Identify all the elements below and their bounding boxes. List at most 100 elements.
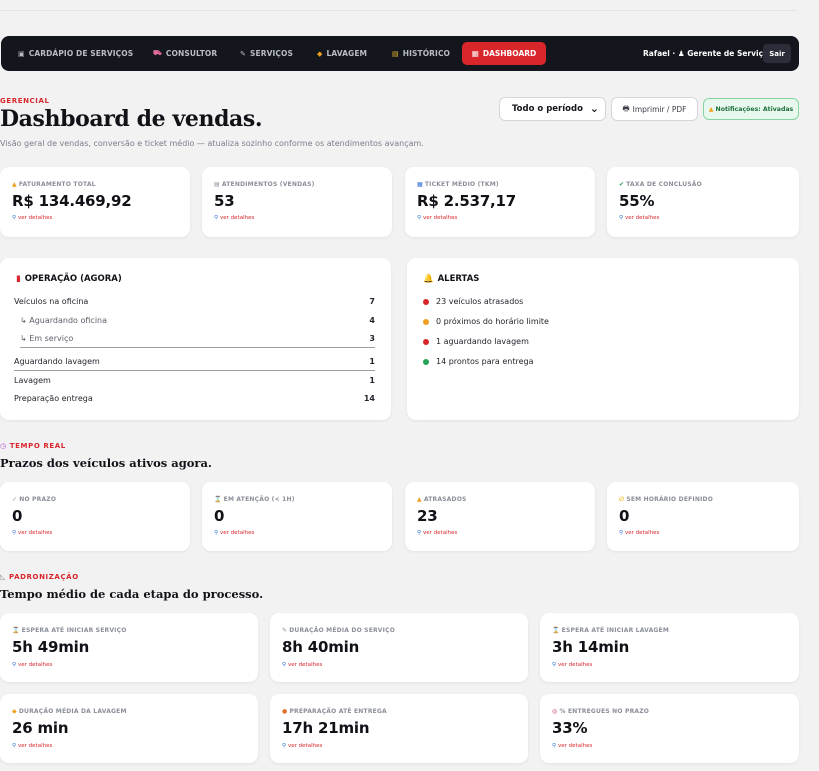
row-label: Veículos na oficina: [14, 297, 89, 306]
kpi-label-text: FATURAMENTO TOTAL: [18, 181, 96, 188]
details-link-label: ver detalhes: [288, 743, 323, 749]
kpi-value: 8h 40min: [282, 638, 360, 656]
details-link-label: ver detalhes: [423, 530, 458, 536]
deadline-card-late: ▲ ATRASADOS 23 ⚲ ver detalhes: [405, 482, 595, 551]
details-link-label: ver detalhes: [220, 530, 255, 536]
details-link[interactable]: ⚲ ver detalhes: [552, 662, 592, 668]
kpi-label: ✔ TAXA DE CONCLUSÃO: [619, 181, 702, 188]
clipboard-icon: ▤: [214, 181, 220, 188]
details-link[interactable]: ⚲ ver detalhes: [12, 215, 52, 221]
details-link-label: ver detalhes: [423, 215, 458, 221]
realtime-title: Prazos dos veículos ativos agora.: [0, 456, 212, 470]
kpi-label-text: DURAÇÃO MÉDIA DA LAVAGEM: [18, 708, 127, 715]
kpi-label: ▲ FATURAMENTO TOTAL: [12, 181, 96, 188]
details-link[interactable]: ⚲ ver detalhes: [417, 530, 457, 536]
kpi-value: 17h 21min: [282, 719, 370, 737]
details-link[interactable]: ⚲ ver detalhes: [214, 215, 254, 221]
details-link[interactable]: ⚲ ver detalhes: [282, 743, 322, 749]
kpi-value: 26 min: [12, 719, 69, 737]
details-link[interactable]: ⚲ ver detalhes: [214, 530, 254, 536]
operation-title-text: OPERAÇÃO (AGORA): [24, 274, 122, 284]
kpi-label-text: PREPARAÇÃO ATÉ ENTREGA: [289, 708, 387, 715]
print-button[interactable]: 🖶 Imprimir / PDF: [611, 97, 698, 121]
kpi-label: ▲ ATRASADOS: [417, 496, 467, 503]
operation-row: Lavagem 1: [14, 371, 375, 390]
details-link[interactable]: ⚲ ver detalhes: [417, 215, 457, 221]
kpi-label-text: ESPERA ATÉ INICIAR LAVAGEM: [561, 627, 670, 634]
top-divider: [0, 10, 797, 11]
wrench-icon: ✎: [240, 49, 246, 58]
deadline-card-attention: ⌛ EM ATENÇÃO (< 1H) 0 ⚲ ver detalhes: [202, 482, 392, 551]
operation-title: ▮ OPERAÇÃO (AGORA): [16, 274, 122, 284]
alert-text: 0 próximos do horário limite: [436, 317, 549, 326]
details-link[interactable]: ⚲ ver detalhes: [12, 530, 52, 536]
standard-eyebrow-text: PADRONIZAÇÃO: [9, 573, 79, 581]
time-card-on-time-rate: ◎% ENTREGUES NO PRAZO 33% ⚲ ver detalhes: [540, 694, 799, 763]
status-dot: [423, 358, 429, 365]
logout-button[interactable]: Sair: [763, 44, 791, 63]
kpi-label-text: ESPERA ATÉ INICIAR SERVIÇO: [21, 627, 127, 634]
nav-item-servicos[interactable]: ✎ SERVIÇOS: [240, 36, 293, 71]
hourglass-icon: ⌛: [214, 496, 222, 503]
menu-icon: ▣: [18, 49, 25, 58]
nav-item-lavagem[interactable]: ◆ LAVAGEM: [317, 36, 367, 71]
nav-item-cardapio[interactable]: ▣ CARDÁPIO DE SERVIÇOS: [18, 36, 133, 71]
package-icon: ●: [282, 708, 288, 715]
chart-icon: ▦: [471, 49, 479, 58]
time-card-wait-wash: ⌛ ESPERA ATÉ INICIAR LAVAGEM 3h 14min ⚲ ve…: [540, 613, 799, 682]
row-label: Preparação entrega: [14, 394, 93, 403]
details-link-label: ver detalhes: [625, 530, 660, 536]
kpi-value: 55%: [619, 192, 655, 210]
notifications-toggle[interactable]: ▲ Notificações: Ativadas: [703, 98, 799, 120]
kpi-value: 23: [417, 507, 438, 525]
details-link-label: ver detalhes: [288, 662, 323, 668]
details-link[interactable]: ⚲ ver detalhes: [552, 743, 592, 749]
operation-row: ↳ Em serviço 3: [20, 329, 375, 348]
nav-item-consultor[interactable]: ⛟ CONSULTOR: [153, 36, 217, 71]
details-link[interactable]: ⚲ ver detalhes: [12, 743, 52, 749]
operation-panel: ▮ OPERAÇÃO (AGORA) Veículos na oficina 7 …: [0, 258, 391, 420]
nav-item-dashboard[interactable]: ▦ DASHBOARD: [462, 42, 546, 65]
operation-row: Aguardando lavagem 1: [14, 352, 375, 371]
search-icon: ⚲: [619, 530, 624, 536]
search-icon: ⚲: [214, 530, 219, 536]
main-navbar: ▣ CARDÁPIO DE SERVIÇOS ⛟ CONSULTOR ✎ SER…: [1, 36, 799, 71]
nav-item-label: DASHBOARD: [482, 49, 537, 58]
sponge-icon: ◆: [12, 708, 17, 715]
traffic-light-icon: ▮: [16, 274, 21, 284]
search-icon: ⚲: [552, 743, 557, 749]
target-icon: ◎: [552, 708, 558, 715]
hourglass-icon: ⌛: [12, 627, 20, 634]
kpi-label: ▦ TICKET MÉDIO (TKM): [417, 181, 499, 188]
realtime-eyebrow-text: TEMPO REAL: [9, 442, 66, 450]
wrench-icon: ✎: [282, 627, 288, 634]
search-icon: ⚲: [619, 215, 624, 221]
details-link-label: ver detalhes: [18, 530, 53, 536]
nav-item-historico[interactable]: ▤ HISTÓRICO: [392, 36, 450, 71]
row-value: 3: [369, 333, 375, 343]
kpi-label-text: SEM HORÁRIO DEFINIDO: [626, 496, 713, 503]
details-link[interactable]: ⚲ ver detalhes: [619, 215, 659, 221]
realtime-eyebrow: ◷ TEMPO REAL: [0, 442, 66, 450]
row-value: 14: [363, 394, 375, 403]
sponge-icon: ◆: [317, 49, 323, 58]
kpi-label: ⌛ ESPERA ATÉ INICIAR SERVIÇO: [12, 627, 127, 634]
kpi-label: ● PREPARAÇÃO ATÉ ENTREGA: [282, 708, 387, 715]
check-icon: ✔: [619, 181, 625, 188]
details-link[interactable]: ⚲ ver detalhes: [619, 530, 659, 536]
search-icon: ⚲: [12, 530, 17, 536]
printer-icon: 🖶: [622, 103, 630, 113]
kpi-value: 53: [214, 192, 235, 210]
details-link[interactable]: ⚲ ver detalhes: [12, 662, 52, 668]
deadline-card-on-time: ✓ NO PRAZO 0 ⚲ ver detalhes: [0, 482, 190, 551]
kpi-card-ticket: ▦ TICKET MÉDIO (TKM) R$ 2.537,17 ⚲ ver det…: [405, 167, 595, 237]
kpi-value: 33%: [552, 719, 588, 737]
row-label: Aguardando lavagem: [14, 356, 100, 366]
details-link[interactable]: ⚲ ver detalhes: [282, 662, 322, 668]
kpi-card-sales: ▤ ATENDIMENTOS (VENDAS) 53 ⚲ ver detalhes: [202, 167, 392, 237]
nav-item-label: HISTÓRICO: [402, 49, 451, 58]
hourglass-icon: ⌛: [552, 627, 560, 634]
period-select[interactable]: Todo o período ⌄: [499, 97, 606, 121]
kpi-value: R$ 2.537,17: [417, 192, 517, 210]
nav-item-label: CARDÁPIO DE SERVIÇOS: [28, 49, 134, 58]
